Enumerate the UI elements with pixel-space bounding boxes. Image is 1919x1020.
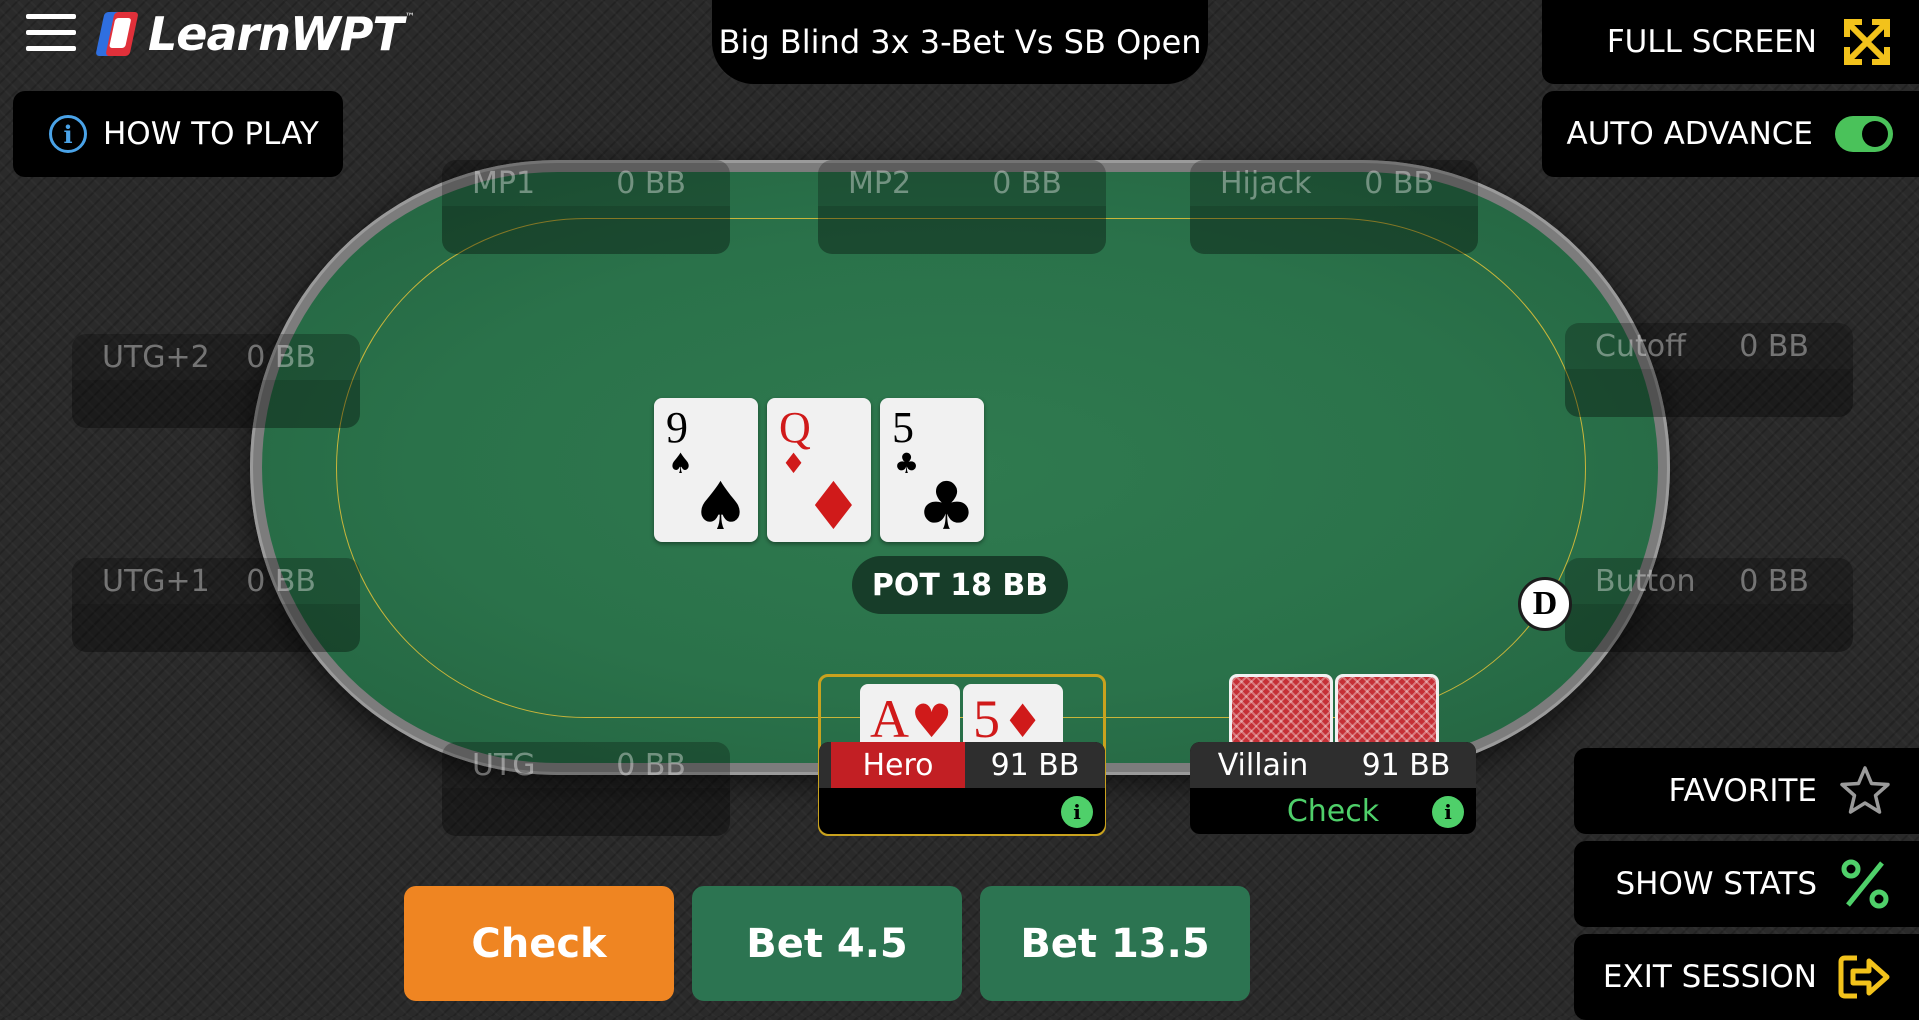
- seat-name: Cutoff: [1595, 328, 1686, 364]
- auto-advance-label: AUTO ADVANCE: [1566, 116, 1813, 152]
- diamond-icon: ♦: [803, 468, 863, 545]
- board-card-2: Q ♦ ♦: [767, 398, 871, 542]
- scenario-title: Big Blind 3x 3-Bet Vs SB Open: [712, 0, 1208, 84]
- seat-stack: 0 BB: [1739, 328, 1809, 364]
- seat-name: Button: [1595, 563, 1696, 599]
- exit-session-button[interactable]: EXIT SESSION: [1574, 934, 1919, 1020]
- expand-icon: [1844, 19, 1890, 65]
- seat-utg2: UTG+2 0 BB: [72, 334, 360, 428]
- check-button[interactable]: Check: [404, 886, 674, 1001]
- logo-trademark: ™: [404, 12, 415, 23]
- seat-utg: UTG 0 BB: [442, 742, 730, 836]
- star-icon: [1837, 763, 1893, 819]
- seat-name: MP2: [848, 165, 912, 201]
- pot-display: POT 18 BB: [852, 556, 1068, 614]
- logo: LearnWPT ™: [95, 4, 420, 64]
- exit-session-label: EXIT SESSION: [1602, 959, 1817, 995]
- logo-mark-icon: [95, 10, 145, 58]
- bet-small-button[interactable]: Bet 4.5: [692, 886, 962, 1001]
- info-icon[interactable]: i: [1061, 796, 1093, 828]
- seat-stack: 0 BB: [246, 563, 316, 599]
- favorite-label: FAVORITE: [1668, 773, 1817, 809]
- menu-icon[interactable]: [26, 10, 76, 54]
- seat-utg1: UTG+1 0 BB: [72, 558, 360, 652]
- diamond-icon: ♦: [1002, 694, 1046, 748]
- seat-mp2: MP2 0 BB: [818, 160, 1106, 254]
- show-stats-label: SHOW STATS: [1615, 866, 1817, 902]
- seat-stack: 0 BB: [246, 339, 316, 375]
- seat-name: Hijack: [1220, 165, 1312, 201]
- card-rank: A: [870, 689, 911, 749]
- card-rank: 9: [666, 403, 688, 452]
- seat-name: UTG+1: [102, 563, 210, 599]
- seat-name: UTG+2: [102, 339, 210, 375]
- villain-stack: 91 BB: [1361, 747, 1451, 783]
- villain-card-back-1: [1229, 674, 1333, 746]
- card-rank: 5: [892, 403, 914, 452]
- dealer-button: D: [1518, 577, 1572, 631]
- hero-stack: 91 BB: [990, 747, 1080, 783]
- info-icon[interactable]: i: [1432, 796, 1464, 828]
- how-to-play-button[interactable]: i HOW TO PLAY: [13, 91, 343, 177]
- seat-stack: 0 BB: [1364, 165, 1434, 201]
- board-card-1: 9 ♠ ♠: [654, 398, 758, 542]
- seat-hijack: Hijack 0 BB: [1190, 160, 1478, 254]
- logo-text: LearnWPT: [148, 7, 404, 61]
- villain-card-back-2: [1335, 674, 1439, 746]
- spade-icon: ♠: [668, 447, 694, 480]
- hero-panel: Hero 91 BB i: [819, 742, 1105, 834]
- board-card-3: 5 ♣ ♣: [880, 398, 984, 542]
- auto-advance-toggle[interactable]: AUTO ADVANCE: [1542, 91, 1919, 177]
- card-rank: Q: [779, 403, 811, 452]
- info-icon: i: [49, 115, 87, 153]
- seat-stack: 0 BB: [616, 747, 686, 783]
- exit-icon: [1837, 949, 1893, 1005]
- show-stats-button[interactable]: SHOW STATS: [1574, 841, 1919, 927]
- villain-name: Villain: [1217, 747, 1309, 783]
- how-to-play-label: HOW TO PLAY: [103, 116, 319, 152]
- heart-icon: ♥: [911, 694, 955, 748]
- seat-name: UTG: [472, 747, 536, 783]
- diamond-icon: ♦: [781, 447, 807, 480]
- full-screen-button[interactable]: FULL SCREEN: [1542, 0, 1919, 84]
- seat-cutoff: Cutoff 0 BB: [1565, 323, 1853, 417]
- seat-stack: 0 BB: [992, 165, 1062, 201]
- club-icon: ♣: [894, 447, 920, 480]
- card-rank: 5: [973, 689, 1002, 749]
- bet-large-button[interactable]: Bet 13.5: [980, 886, 1250, 1001]
- villain-panel: Villain 91 BB Check i: [1190, 742, 1476, 834]
- seat-mp1: MP1 0 BB: [442, 160, 730, 254]
- spade-icon: ♠: [690, 468, 750, 545]
- seat-name: MP1: [472, 165, 536, 201]
- villain-action: Check: [1286, 793, 1380, 829]
- toggle-switch[interactable]: [1835, 116, 1893, 152]
- percent-icon: [1837, 856, 1893, 912]
- seat-stack: 0 BB: [1739, 563, 1809, 599]
- hero-name: Hero: [831, 742, 965, 788]
- full-screen-label: FULL SCREEN: [1606, 24, 1817, 60]
- seat-button: Button 0 BB: [1565, 558, 1853, 652]
- favorite-button[interactable]: FAVORITE: [1574, 748, 1919, 834]
- club-icon: ♣: [916, 468, 976, 545]
- seat-stack: 0 BB: [616, 165, 686, 201]
